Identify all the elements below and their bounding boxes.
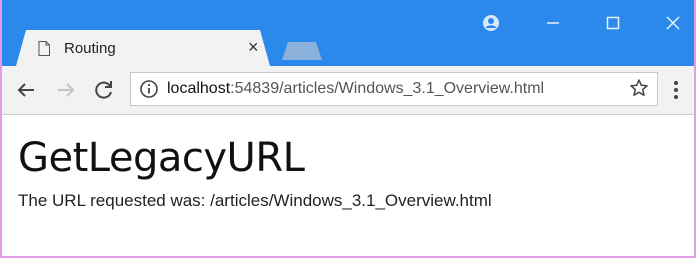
back-arrow-icon[interactable]: [14, 78, 38, 102]
reload-icon[interactable]: [92, 78, 116, 102]
page-icon: [38, 41, 50, 56]
url-path: :54839/articles/Windows_3.1_Overview.htm…: [230, 80, 545, 97]
profile-icon[interactable]: [482, 14, 500, 32]
tab-title: Routing: [64, 40, 116, 57]
url-host: localhost: [167, 80, 231, 97]
title-bar: Routing ×: [2, 0, 694, 66]
page-heading: GetLegacyURL: [18, 135, 305, 181]
new-tab-button[interactable]: [282, 42, 322, 60]
page-content: GetLegacyURL The URL requested was: /art…: [2, 115, 694, 211]
forward-arrow-icon[interactable]: [54, 78, 78, 102]
address-bar[interactable]: localhost:54839/articles/Windows_3.1_Ove…: [130, 72, 658, 106]
browser-window: Routing × localhost:54839/articles/Windo…: [0, 0, 696, 258]
browser-tab[interactable]: Routing ×: [16, 30, 270, 66]
browser-toolbar: localhost:54839/articles/Windows_3.1_Ove…: [2, 66, 694, 115]
url-message: The URL requested was: /articles/Windows…: [18, 191, 492, 210]
info-icon[interactable]: [139, 79, 159, 99]
bookmark-star-icon[interactable]: [629, 78, 649, 98]
url-text: localhost:54839/articles/Windows_3.1_Ove…: [167, 80, 544, 98]
menu-kebab-icon[interactable]: [672, 78, 680, 102]
maximize-icon[interactable]: [606, 16, 620, 30]
minimize-icon[interactable]: [546, 16, 560, 30]
close-window-icon[interactable]: [666, 16, 680, 30]
tab-close-icon[interactable]: ×: [248, 37, 259, 57]
